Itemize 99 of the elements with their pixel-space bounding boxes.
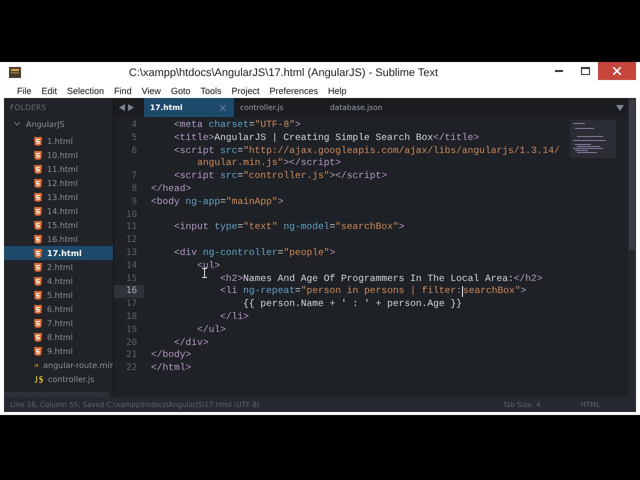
js-file-icon [34,362,38,368]
code-line: <title>AngularJS | Creating Simple Search Box</title> [174,132,480,145]
tree-entry[interactable]: 17.html [4,246,113,260]
maximize-icon [580,67,590,75]
tree-entry[interactable]: 8.html [4,330,113,344]
tree-entry[interactable]: 11.html [4,162,113,176]
code-line: {{ person.Name + ' : ' + person.Age }} [243,298,462,311]
tree-entry[interactable]: 5.html [4,288,113,302]
html5-file-icon [34,192,42,202]
code-line: <body ng-app="mainApp"> [151,196,284,209]
minimize-icon [555,70,563,72]
code-line: <script src="http://ajax.googleapis.com/ajax/libs/angularjs/1.3.14/ [174,144,560,158]
tree-entry[interactable]: 15.html [4,218,113,232]
code-line: </ul> [197,324,226,337]
menu-item[interactable]: Goto [166,86,196,96]
scrollbar[interactable] [4,392,109,397]
text-cursor [462,286,463,298]
code-line: </body> [151,349,192,362]
tree-entry[interactable]: 13.html [4,190,113,204]
line-number: 8 [130,182,138,196]
line-number: 16 [114,285,144,298]
right-arrow-icon[interactable] [128,104,134,111]
html5-file-icon [34,150,42,160]
close-button[interactable] [598,62,636,80]
code-line: <ul> [197,260,220,273]
line-number: 18 [125,310,138,324]
line-number: 12 [125,234,138,247]
mouse-ibeam-icon [202,268,207,278]
app-icon [9,67,21,78]
line-number: 13 [125,246,138,260]
line-number: 4 [130,119,138,132]
code-line: </head> [151,182,192,196]
tree-entry[interactable]: 2.html [4,260,113,274]
code-line: <div ng-controller="people"> [174,246,336,260]
line-number: 11 [125,221,138,234]
tree-entry[interactable]: angular-route.mir [4,358,113,372]
code-line: </div> [174,336,209,350]
tree-entry[interactable]: controller.js [4,372,113,386]
code-line: <h2>Names And Age Of Programmers In The Local Area:</h2> [220,272,543,286]
left-arrow-icon[interactable] [119,104,125,111]
dropdown-arrow-icon[interactable] [616,104,624,110]
line-number: 17 [125,298,138,311]
close-icon [613,67,621,75]
html5-file-icon [34,178,42,188]
html5-file-icon [34,346,42,356]
code-line: <meta charset="UTF-8"> [174,119,301,132]
html5-file-icon [34,220,42,230]
code-line: </li> [220,310,249,324]
js-file-icon [34,376,43,382]
line-number: 21 [125,349,138,362]
tree-entry[interactable]: 14.html [4,204,113,218]
menu-item[interactable]: Find [109,86,137,96]
tree-entry[interactable]: 1.html [4,134,113,148]
tree-entry[interactable]: 16.html [4,232,113,246]
html5-file-icon [34,262,42,272]
html5-file-icon [34,290,42,300]
html5-file-icon [34,136,42,146]
menu-item[interactable]: Edit [36,86,62,96]
tree-entry[interactable]: 6.html [4,302,113,316]
line-number: 22 [125,362,138,375]
minimap[interactable] [570,120,616,158]
tree-entry[interactable]: 7.html [4,316,113,330]
code-line: <li ng-repeat="person in persons | filter:searchBox"> [220,285,526,298]
html5-file-icon [34,248,42,258]
code-line: <input type="text" ng-model="searchBox"> [174,221,404,234]
html5-file-icon [34,318,42,328]
line-number: 10 [125,208,138,222]
code-line: </html> [151,362,192,375]
menu-item[interactable]: View [136,86,166,96]
scrollbar-thumb[interactable] [629,100,635,250]
html5-file-icon [34,206,42,216]
menu-item[interactable]: File [12,86,37,96]
html5-file-icon [34,234,42,244]
code-line: <script src="controller.js"></script> [174,170,388,183]
menu-item[interactable]: Project [226,86,264,96]
line-number: 19 [125,324,138,337]
menu-item[interactable]: Preferences [264,86,324,96]
line-number: 6 [130,144,138,158]
line-number: 15 [125,272,138,286]
folder-name[interactable]: AngularJS [26,120,65,128]
tree-entry[interactable]: 10.html [4,148,113,162]
window-title: C:\xampp\htdocs\AngularJS\17.html (AngularJS) - Sublime Text [128,66,440,78]
tree-entry[interactable]: 9.html [4,344,113,358]
menu-item[interactable]: Help [323,86,352,96]
line-number: 5 [130,132,138,145]
html5-file-icon [34,332,42,342]
line-number: 20 [125,336,138,350]
line-number: 9 [130,196,138,209]
scrollbar-track[interactable] [628,98,636,397]
menu-item[interactable]: Selection [62,86,110,96]
html5-file-icon [34,164,42,174]
html5-file-icon [34,304,42,314]
tree-entry[interactable]: 4.html [4,274,113,288]
line-number: 7 [130,170,138,183]
tree-entry[interactable]: 12.html [4,176,113,190]
menu-item[interactable]: Tools [195,86,226,96]
line-number: 14 [125,260,138,273]
html5-file-icon [34,276,42,286]
code-line: angular.min.js"></script> [197,157,342,170]
